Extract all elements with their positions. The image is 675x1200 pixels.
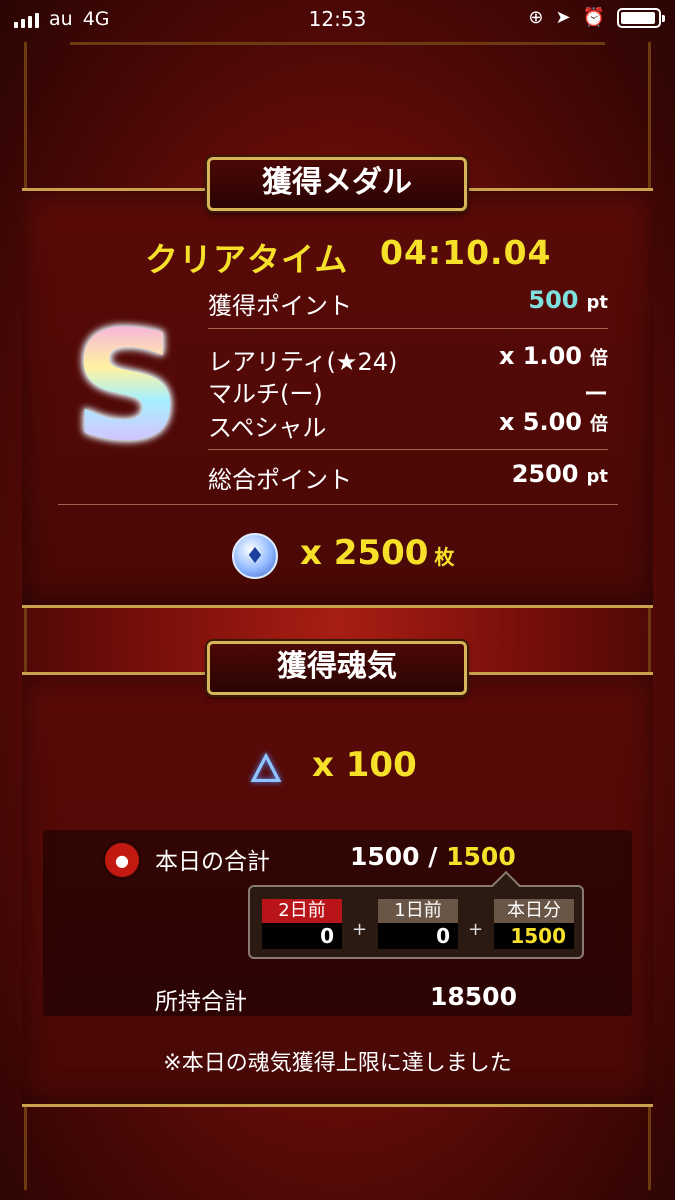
multi-value: ー (584, 380, 608, 408)
divider (58, 504, 618, 505)
medal-section-title: 獲得メダル (207, 157, 467, 211)
medal-icon: ♦ (232, 533, 278, 579)
special-unit: 倍 (590, 414, 608, 435)
ornate-frame-top (70, 42, 605, 45)
points-label: 獲得ポイント (208, 292, 352, 320)
limit-notice: ※本日の魂気獲得上限に達しました (163, 1051, 512, 1076)
days-breakdown: 2日前 0 + 1日前 0 + 本日分 1500 (248, 885, 584, 959)
points-value: 500 (528, 286, 579, 314)
status-right: ⊕ ➤ ⏰ (528, 7, 665, 28)
day-cell-label: 1日前 (378, 899, 458, 923)
status-bar: au 4G 12:53 ⊕ ➤ ⏰ (0, 0, 675, 38)
today-total-label: 本日の合計 (155, 849, 270, 875)
day-cell-2-days-ago: 2日前 0 (262, 899, 342, 953)
day-cell-value: 0 (378, 923, 458, 949)
day-cell-value: 1500 (494, 923, 574, 949)
points-value-wrap: 500 pt (528, 286, 608, 314)
owned-total-value: 18500 (430, 982, 517, 1011)
points-unit: pt (586, 292, 609, 313)
rarity-value: x 1.00 (498, 342, 582, 370)
special-value-wrap: x 5.00 倍 (499, 408, 608, 436)
rarity-label: レアリティ(★24) (208, 348, 398, 376)
owned-total-label: 所持合計 (155, 989, 247, 1015)
alarm-icon: ⏰ (582, 7, 605, 28)
special-label: スペシャル (208, 414, 327, 442)
plus-sign: + (468, 919, 484, 940)
divider (208, 328, 608, 329)
location-icon: ➤ (555, 7, 571, 28)
clear-time: クリアタイム 04:10.04 (145, 233, 551, 281)
stamp-icon: ● (102, 840, 142, 880)
soul-section-title: 獲得魂気 (207, 641, 467, 695)
medal-count-wrap: x 2500 枚 (300, 533, 454, 573)
divider (208, 449, 608, 450)
clear-time-value: 04:10.04 (380, 233, 552, 272)
day-cell-today: 本日分 1500 (494, 899, 574, 953)
total-points-value-wrap: 2500 pt (512, 460, 608, 488)
clear-time-label: クリアタイム (145, 240, 349, 279)
day-cell-label: 本日分 (494, 899, 574, 923)
battery-icon (617, 7, 665, 28)
special-value: x 5.00 (498, 408, 582, 436)
today-total-current: 1500 / (350, 842, 438, 871)
today-total-max: 1500 (446, 842, 516, 871)
rotation-lock-icon: ⊕ (528, 7, 544, 28)
rarity-unit: 倍 (590, 348, 608, 369)
soul-count: x 100 (312, 745, 417, 785)
plus-sign: + (352, 919, 368, 940)
multi-label: マルチ(ー) (208, 380, 323, 408)
soul-flame-icon: 🜂 (248, 746, 284, 792)
day-cell-value: 0 (262, 923, 342, 949)
total-points-unit: pt (586, 466, 609, 487)
rank-badge: S (72, 300, 182, 474)
rarity-value-wrap: x 1.00 倍 (499, 342, 608, 370)
day-cell-1-day-ago: 1日前 0 (378, 899, 458, 953)
today-total-value: 1500 / 1500 (350, 842, 516, 871)
total-points-label: 総合ポイント (208, 466, 352, 494)
medal-unit: 枚 (434, 545, 455, 569)
medal-count: x 2500 (300, 533, 429, 573)
day-cell-label: 2日前 (262, 899, 342, 923)
total-points-value: 2500 (511, 460, 579, 488)
